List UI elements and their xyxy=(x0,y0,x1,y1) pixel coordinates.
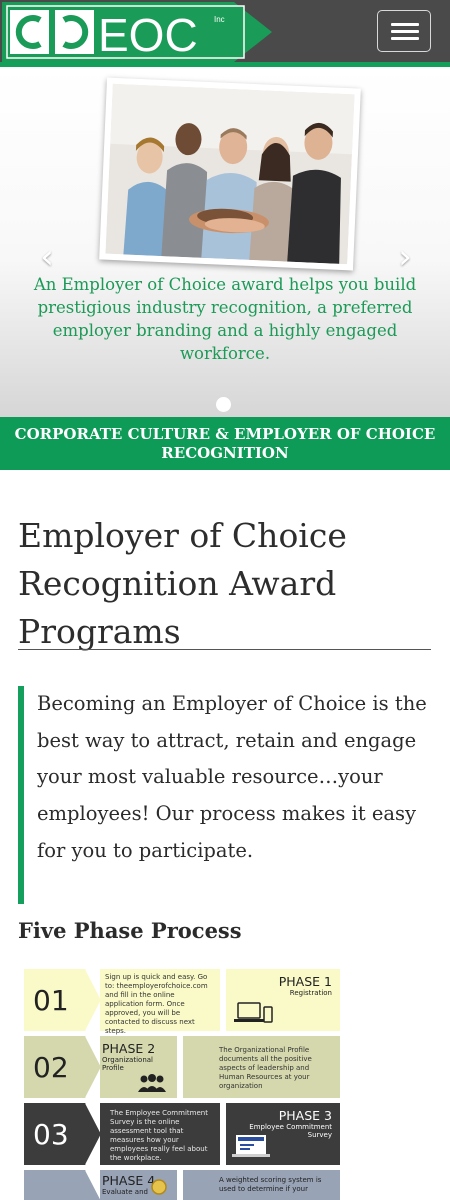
five-phase-heading: Five Phase Process xyxy=(18,918,242,943)
page-banner: CORPORATE CULTURE & EMPLOYER OF CHOICE R… xyxy=(0,417,450,470)
team-photo-frame xyxy=(99,77,361,271)
site-header: EOC Inc xyxy=(0,0,450,64)
phase-description: Sign up is quick and easy. Go to: theemp… xyxy=(100,969,220,1035)
logo-inc: Inc xyxy=(214,15,225,24)
phase-description: The Organizational Profile documents all… xyxy=(183,1036,340,1098)
chevron-arrow-icon xyxy=(76,969,102,1031)
people-icon xyxy=(138,1074,166,1092)
carousel-indicator-dot[interactable] xyxy=(216,397,231,412)
chevron-arrow-icon xyxy=(76,1036,102,1098)
process-row-phase-3: 03 The Employee Commitment Survey is the… xyxy=(24,1103,340,1165)
cceoc-logo[interactable]: EOC Inc xyxy=(2,2,272,62)
process-row-phase-2: 02 PHASE 2 Organizational Profile The Or… xyxy=(24,1036,340,1098)
intro-blockquote: Becoming an Employer of Choice is the be… xyxy=(18,686,432,904)
phase-title: PHASE 1 xyxy=(278,974,332,989)
chevron-arrow-icon xyxy=(76,1170,102,1200)
chevron-right-icon: › xyxy=(398,237,412,277)
carousel-next-button[interactable]: › xyxy=(390,237,420,277)
carousel-prev-button[interactable]: ‹ xyxy=(32,237,62,277)
phase-title: PHASE 2 xyxy=(102,1041,156,1056)
process-row-phase-4: 04 PHASE 4 Evaluate and A weighted scori… xyxy=(24,1170,340,1200)
phase-subtitle: Organizational Profile xyxy=(102,1056,153,1072)
menu-bar-icon xyxy=(391,23,419,26)
phase-description: The Employee Commitment Survey is the on… xyxy=(100,1103,220,1165)
team-hands-photo xyxy=(105,83,355,265)
chevron-left-icon: ‹ xyxy=(40,237,54,277)
menu-bar-icon xyxy=(391,30,419,33)
hamburger-menu-button[interactable] xyxy=(377,10,431,52)
process-row-phase-1: 01 Sign up is quick and easy. Go to: the… xyxy=(24,969,340,1035)
menu-bar-icon xyxy=(391,37,419,40)
logo-wordmark: EOC xyxy=(98,9,198,61)
devices-icon xyxy=(234,1002,273,1023)
title-divider xyxy=(18,649,431,650)
phase-description: A weighted scoring system is used to det… xyxy=(183,1170,340,1200)
page-title: Employer of Choice Recognition Award Pro… xyxy=(18,516,347,651)
five-phase-process-graphic: 01 Sign up is quick and easy. Go to: the… xyxy=(24,966,340,1200)
chevron-arrow-icon xyxy=(76,1103,102,1165)
phase-subtitle: Registration xyxy=(289,989,332,997)
phase-title: PHASE 3 xyxy=(278,1108,332,1123)
hero-carousel[interactable]: ‹ › An Employer of Choice award helps yo… xyxy=(0,67,450,417)
intro-quote-text: Becoming an Employer of Choice is the be… xyxy=(37,692,427,862)
award-icon xyxy=(151,1179,167,1195)
carousel-caption: An Employer of Choice award helps you bu… xyxy=(33,275,417,363)
laptop-survey-icon xyxy=(232,1135,270,1157)
